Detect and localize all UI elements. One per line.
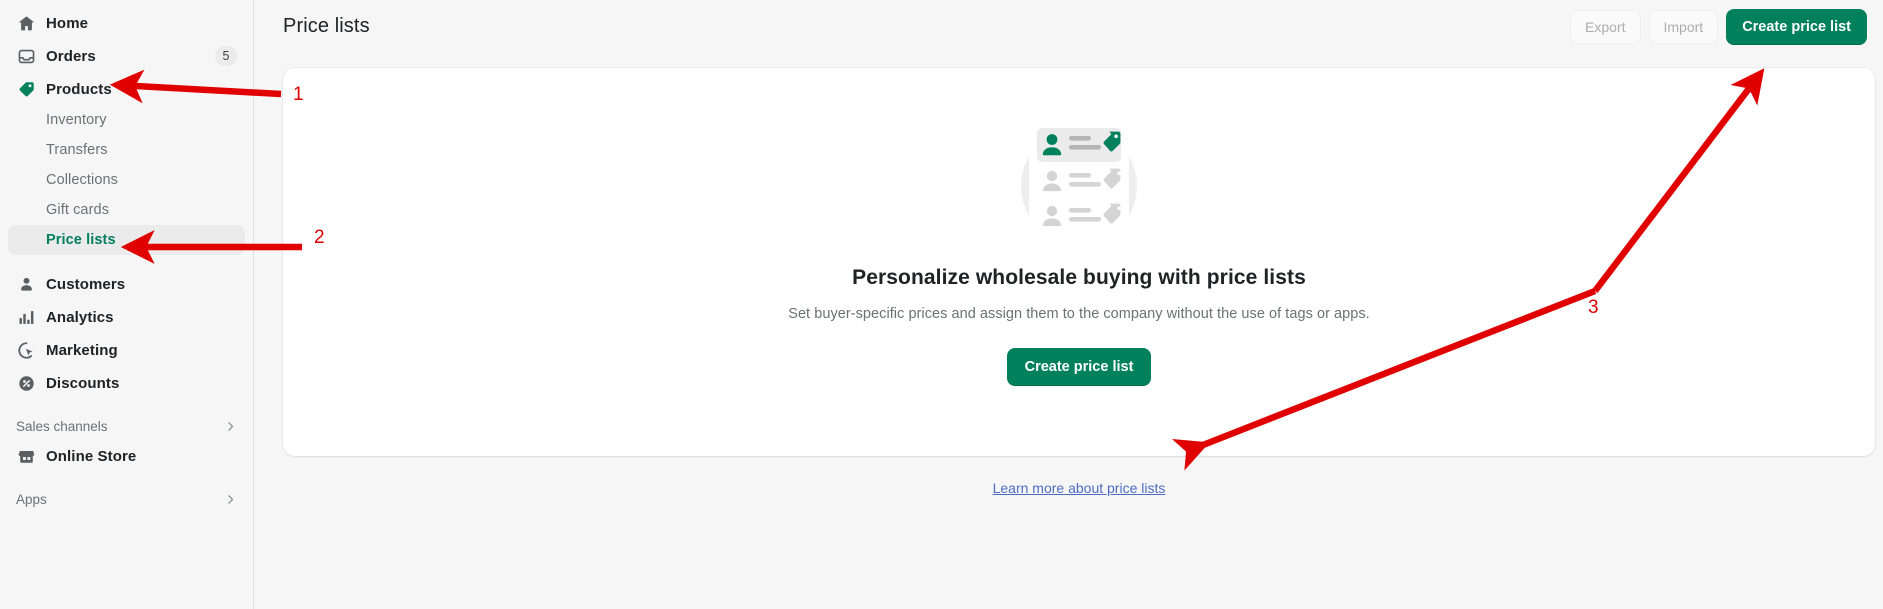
orders-icon [16,46,36,66]
chevron-right-icon[interactable] [224,493,237,506]
sidebar-item-discounts[interactable]: Discounts [8,367,245,399]
sidebar-item-label: Discounts [46,374,120,392]
page-header: Price lists Export Import Create price l… [254,0,1883,53]
customers-icon [16,274,36,294]
sidebar-item-customers[interactable]: Customers [8,268,245,300]
empty-state-description: Set buyer-specific prices and assign the… [788,306,1370,322]
empty-state-heading: Personalize wholesale buying with price … [852,266,1306,289]
sidebar-item-inventory[interactable]: Inventory [8,105,245,135]
sidebar-item-label: Orders [46,47,96,65]
sidebar-item-orders[interactable]: Orders 5 [8,40,245,72]
sidebar-item-analytics[interactable]: Analytics [8,301,245,333]
header-actions: Export Import Create price list [1570,8,1867,45]
marketing-icon [16,340,36,360]
products-tag-icon [16,79,36,99]
sidebar-item-gift-cards[interactable]: Gift cards [8,195,245,225]
create-price-list-button-header[interactable]: Create price list [1726,8,1867,45]
main-content: Price lists Export Import Create price l… [254,0,1883,609]
sidebar-item-price-lists[interactable]: Price lists [8,225,245,255]
sidebar-item-online-store[interactable]: Online Store [8,440,245,472]
chevron-right-icon[interactable] [224,420,237,433]
export-button[interactable]: Export [1570,9,1641,44]
page-title: Price lists [283,15,370,37]
sidebar-item-transfers[interactable]: Transfers [8,135,245,165]
home-icon [16,13,36,33]
sidebar-item-collections[interactable]: Collections [8,165,245,195]
sidebar-item-label: Online Store [46,447,137,465]
footer: Learn more about price lists [283,480,1875,498]
sidebar: Home Orders 5 Products Inventory Transfe… [0,0,254,609]
discounts-icon [16,373,36,393]
price-list-card-illustration [999,98,1159,258]
sidebar-section-label: Sales channels [16,418,108,434]
learn-more-link[interactable]: Learn more about price lists [993,480,1166,496]
sidebar-item-marketing[interactable]: Marketing [8,334,245,366]
sidebar-item-label: Gift cards [46,202,110,218]
sidebar-item-label: Inventory [46,112,107,128]
orders-count-badge: 5 [215,46,237,66]
sidebar-section-sales-channels[interactable]: Sales channels [8,412,245,440]
sidebar-section-label: Apps [16,491,47,507]
app-root: Home Orders 5 Products Inventory Transfe… [0,0,1883,609]
analytics-icon [16,307,36,327]
sidebar-item-label: Analytics [46,308,114,326]
sidebar-item-label: Products [46,80,112,98]
sidebar-item-label: Home [46,14,89,32]
sidebar-section-apps[interactable]: Apps [8,485,245,513]
sidebar-item-label: Collections [46,172,119,188]
sidebar-item-label: Price lists [46,232,116,248]
create-price-list-button-center[interactable]: Create price list [1006,348,1152,386]
empty-state-card: Personalize wholesale buying with price … [283,68,1875,456]
sidebar-item-products[interactable]: Products [8,73,245,105]
sidebar-item-label: Marketing [46,341,118,359]
sidebar-item-home[interactable]: Home [8,7,245,39]
store-icon [16,446,36,466]
sidebar-item-label: Customers [46,275,126,293]
sidebar-item-label: Transfers [46,142,108,158]
import-button[interactable]: Import [1648,9,1719,44]
